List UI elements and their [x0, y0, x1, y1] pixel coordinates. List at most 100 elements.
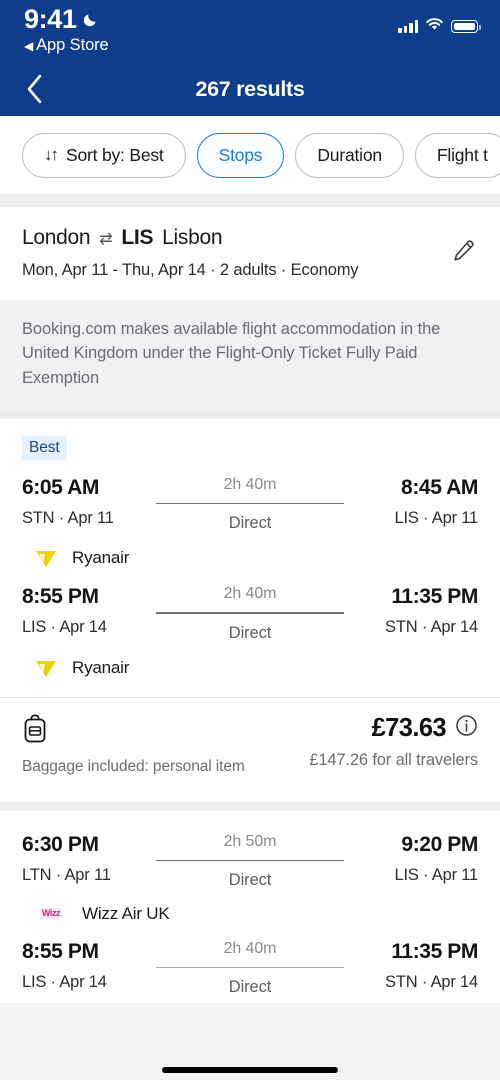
depart-airport-date: LIS · Apr 14 — [22, 972, 107, 991]
info-circle-icon[interactable] — [455, 714, 478, 742]
depart-time: 6:30 PM — [22, 832, 99, 856]
price-block: £73.63 £147.26 for all travelers — [309, 714, 478, 770]
chip-duration[interactable]: Duration — [295, 132, 404, 178]
ryanair-logo-icon — [34, 547, 58, 569]
depart-airport-date: LIS · Apr 14 — [22, 618, 107, 637]
edit-search-button[interactable] — [446, 233, 480, 267]
airline-row: Wizz Wizz Air UK — [0, 890, 500, 924]
wizzair-logo-icon: Wizz — [34, 907, 68, 921]
back-to-app-store-link[interactable]: ◀ App Store — [24, 36, 109, 55]
leg-middle: 2h 40m Direct — [140, 940, 360, 997]
baggage-label: Baggage included: personal item — [22, 757, 245, 775]
cellular-bars-icon — [398, 20, 418, 33]
leg-duration: 2h 40m — [223, 939, 277, 957]
arrive-time: 11:35 PM — [391, 585, 478, 609]
search-details: Mon, Apr 11 - Thu, Apr 14 · 2 adults · E… — [22, 261, 359, 279]
nav-bar: 267 results — [0, 62, 500, 116]
airline-name: Ryanair — [72, 548, 130, 568]
price-all-travelers: £147.26 for all travelers — [309, 750, 478, 769]
leg-stops: Direct — [228, 870, 272, 889]
legal-disclaimer: Booking.com makes available flight accom… — [0, 300, 500, 410]
airline-name: Wizz Air UK — [82, 903, 170, 923]
leg-middle: 2h 50m Direct — [140, 833, 360, 890]
filter-chip-bar[interactable]: ↓↑ Sort by: Best Stops Duration Flight t — [0, 116, 500, 194]
status-bar-left: 9:41 ◀ App Store — [24, 6, 109, 55]
flight-result-card[interactable]: Best 6:05 AM STN · Apr 11 2h 40m Direct … — [0, 418, 500, 802]
arrive-airport-date: LIS · Apr 11 — [394, 508, 478, 527]
wizzair-logo-text: Wizz — [39, 908, 63, 920]
leg-arrive: 8:45 AM LIS · Apr 11 — [360, 476, 478, 528]
search-summary[interactable]: London ⇄ LIS Lisbon Mon, Apr 11 - Thu, A… — [0, 207, 500, 300]
arrive-airport-date: STN · Apr 14 — [385, 972, 478, 991]
leg-depart: 6:30 PM LTN · Apr 11 — [22, 833, 140, 885]
section-divider-3 — [0, 801, 500, 811]
home-indicator — [162, 1067, 338, 1073]
origin-label: London — [22, 226, 91, 249]
depart-time: 8:55 PM — [22, 585, 99, 609]
chip-duration-label: Duration — [317, 144, 382, 165]
wifi-icon — [425, 17, 444, 36]
swap-arrows-icon: ⇄ — [99, 231, 113, 248]
section-divider-2 — [0, 409, 500, 419]
status-bar-right — [398, 17, 481, 36]
arrive-time: 11:35 PM — [391, 939, 478, 963]
ryanair-logo-icon — [34, 657, 58, 679]
sort-icon: ↓↑ — [44, 145, 59, 164]
status-bar: 9:41 ◀ App Store — [0, 0, 500, 62]
flight-result-card[interactable]: 6:30 PM LTN · Apr 11 2h 50m Direct 9:20 … — [0, 810, 500, 1004]
arrive-airport-date: STN · Apr 14 — [385, 618, 478, 637]
route-line: London ⇄ LIS Lisbon — [22, 226, 478, 250]
chip-flight-times[interactable]: Flight t — [414, 132, 500, 178]
airline-row: Ryanair — [0, 643, 500, 679]
baggage-block: Baggage included: personal item — [22, 714, 245, 778]
depart-time: 8:55 PM — [22, 939, 99, 963]
leg-depart: 8:55 PM LIS · Apr 14 — [22, 585, 140, 637]
airline-name: Ryanair — [72, 657, 130, 677]
battery-full-icon — [451, 20, 481, 33]
leg-depart: 8:55 PM LIS · Apr 14 — [22, 940, 140, 992]
flight-leg-return: 8:55 PM LIS · Apr 14 2h 40m Direct 11:35… — [0, 924, 500, 997]
leg-line-graphic — [156, 966, 344, 969]
leg-stops: Direct — [228, 514, 272, 533]
top-chrome: 9:41 ◀ App Store 267 results — [0, 0, 500, 116]
destination-city: Lisbon — [162, 226, 223, 249]
arrive-time: 9:20 PM — [401, 832, 478, 856]
leg-stops: Direct — [228, 623, 272, 642]
leg-middle: 2h 40m Direct — [140, 476, 360, 533]
badge-row: Best — [0, 419, 500, 460]
moon-icon — [82, 11, 99, 28]
depart-airport-date: LTN · Apr 11 — [22, 865, 111, 884]
price-row: Baggage included: personal item £73.63 £… — [0, 698, 500, 796]
chip-flight-times-label: Flight t — [436, 144, 488, 165]
arrive-time: 8:45 AM — [401, 475, 478, 499]
airline-row: Ryanair — [0, 533, 500, 569]
leg-line-graphic — [156, 502, 344, 505]
page-title: 267 results — [195, 76, 305, 101]
leg-middle: 2h 40m Direct — [140, 585, 360, 642]
triangle-left-icon: ◀ — [24, 38, 34, 53]
price-amount: £73.63 — [371, 713, 447, 742]
chip-sort-by[interactable]: ↓↑ Sort by: Best — [22, 132, 186, 178]
leg-line-graphic — [156, 612, 344, 614]
back-app-label: App Store — [36, 36, 109, 54]
status-time: 9:41 — [24, 4, 77, 34]
leg-arrive: 11:35 PM STN · Apr 14 — [360, 585, 478, 637]
status-time-group: 9:41 — [24, 6, 109, 33]
depart-airport-date: STN · Apr 11 — [22, 508, 114, 527]
depart-time: 6:05 AM — [22, 475, 99, 499]
chip-stops[interactable]: Stops — [196, 132, 285, 178]
flight-leg-outbound: 6:05 AM STN · Apr 11 2h 40m Direct 8:45 … — [0, 460, 500, 533]
leg-duration: 2h 40m — [223, 475, 277, 493]
chip-stops-label: Stops — [218, 144, 263, 165]
leg-depart: 6:05 AM STN · Apr 11 — [22, 476, 140, 528]
destination-code: LIS — [121, 226, 154, 249]
leg-arrive: 9:20 PM LIS · Apr 11 — [360, 833, 478, 885]
section-divider — [0, 194, 500, 207]
best-badge: Best — [22, 435, 67, 460]
leg-arrive: 11:35 PM STN · Apr 14 — [360, 940, 478, 992]
leg-line-graphic — [156, 859, 344, 861]
back-button[interactable] — [14, 69, 54, 109]
leg-stops: Direct — [228, 978, 272, 997]
backpack-icon — [22, 714, 48, 748]
leg-duration: 2h 40m — [223, 585, 277, 603]
